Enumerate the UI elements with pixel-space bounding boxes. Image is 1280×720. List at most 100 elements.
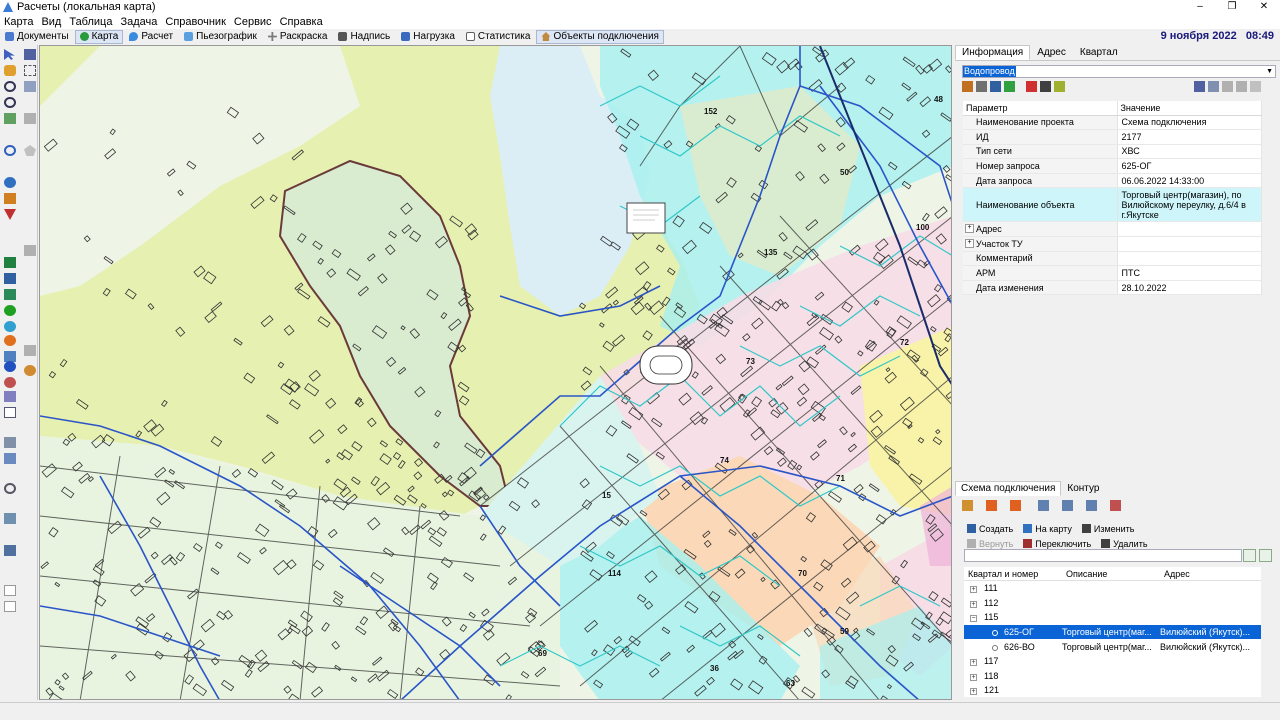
property-row[interactable]: Тип сети ХВС	[963, 144, 1262, 160]
hand-icon[interactable]	[4, 65, 16, 76]
property-value[interactable]	[1117, 221, 1262, 238]
grid-icon[interactable]	[4, 273, 16, 284]
tab-coloring[interactable]: Раскраска	[263, 30, 333, 44]
close-button[interactable]: ✕	[1248, 0, 1280, 14]
property-name-expandable[interactable]: Участок ТУ	[963, 236, 1118, 252]
property-row[interactable]: Адрес	[963, 221, 1262, 238]
menu-map[interactable]: Карта	[0, 16, 37, 28]
select-icon[interactable]	[24, 49, 36, 60]
property-row[interactable]: Участок ТУ	[963, 236, 1262, 252]
tree-group-row[interactable]: +117	[964, 654, 1261, 669]
tab-statistics[interactable]: Статистика	[461, 30, 536, 44]
expand-icon[interactable]: +	[970, 586, 977, 594]
property-value[interactable]: 2177	[1117, 129, 1262, 145]
tab-information[interactable]: Информация	[955, 45, 1031, 60]
valve-icon[interactable]	[4, 305, 16, 316]
scheme-open-icon[interactable]	[962, 500, 973, 511]
view-table-icon[interactable]	[1194, 81, 1205, 92]
property-row[interactable]: Комментарий	[963, 251, 1262, 267]
layer-select[interactable]: Водопровод ▼	[962, 65, 1276, 78]
property-value[interactable]: Схема подключения	[1117, 115, 1262, 131]
property-row[interactable]: Номер запроса 625-ОГ	[963, 158, 1262, 174]
tree-item-selected[interactable]: 625-ОГ Торговый центр(маг... Вилюйский (…	[964, 624, 1261, 640]
property-value[interactable]: ХВС	[1117, 144, 1262, 160]
collapse-icon[interactable]: −	[970, 615, 977, 623]
tree-col-description[interactable]: Описание	[1062, 569, 1160, 579]
scheme-group-icon[interactable]	[1062, 500, 1073, 511]
property-value[interactable]: 06.06.2022 14:33:00	[1117, 173, 1262, 189]
select-area-icon[interactable]	[24, 65, 36, 76]
tab-quarter[interactable]: Квартал	[1073, 45, 1125, 60]
marker-icon[interactable]	[4, 209, 16, 220]
tree-group-row[interactable]: +121	[964, 683, 1261, 698]
to-map-button[interactable]: На карту	[1023, 524, 1072, 534]
scheme-remove-icon[interactable]	[1010, 500, 1021, 511]
text-tool-icon[interactable]	[24, 245, 36, 256]
create-button[interactable]: Создать	[967, 524, 1013, 534]
building[interactable]	[950, 518, 952, 528]
scheme-add-icon[interactable]	[986, 500, 997, 511]
property-row[interactable]: АРМ ПТС	[963, 265, 1262, 281]
menu-service[interactable]: Сервис	[230, 16, 276, 28]
table-icon[interactable]	[4, 193, 16, 204]
settings-icon[interactable]	[4, 513, 16, 524]
property-value[interactable]: Торговый центр(магазин), по Вилюйскому п…	[1117, 187, 1262, 223]
pointer-icon[interactable]	[4, 49, 15, 60]
pump-icon[interactable]	[4, 321, 16, 332]
pin-icon[interactable]	[1026, 81, 1037, 92]
property-row[interactable]: ИД 2177	[963, 129, 1262, 145]
property-row[interactable]: Наименование проекта Схема подключения	[963, 115, 1262, 131]
zoom-in-icon[interactable]	[4, 81, 16, 92]
tree-group-row[interactable]: +111	[964, 581, 1261, 596]
property-row[interactable]: Дата запроса 06.06.2022 14:33:00	[963, 173, 1262, 189]
tree-item[interactable]: 626-ВО Торговый центр(маг... Вилюйский (…	[964, 639, 1261, 654]
expand-icon[interactable]: +	[970, 688, 977, 696]
export-doc-icon[interactable]	[1222, 81, 1233, 92]
list-icon[interactable]	[4, 545, 16, 556]
measure-icon[interactable]	[24, 345, 36, 356]
draw-polygon-icon[interactable]	[24, 145, 36, 156]
revert-button[interactable]: Вернуть	[967, 539, 1013, 549]
navigate-icon[interactable]	[1004, 81, 1015, 92]
refresh-icon[interactable]	[4, 145, 16, 156]
switch-button[interactable]: Переключить	[1023, 539, 1091, 549]
tree-group-row[interactable]: +112	[964, 596, 1261, 611]
edit-button[interactable]: Изменить	[1081, 524, 1135, 534]
tree-expand-icon[interactable]	[990, 81, 1001, 92]
scheme-unlink-icon[interactable]	[1110, 500, 1121, 511]
tools-icon[interactable]	[1040, 81, 1051, 92]
property-value[interactable]: 625-ОГ	[1117, 158, 1262, 174]
key-icon[interactable]	[1054, 81, 1065, 92]
object-card-icon[interactable]	[976, 81, 987, 92]
search-apply-button[interactable]	[1259, 549, 1272, 562]
property-value[interactable]	[1117, 251, 1262, 267]
property-value[interactable]: 28.10.2022	[1117, 280, 1262, 296]
network-icon[interactable]	[4, 257, 16, 268]
tab-contour[interactable]: Контур	[1061, 481, 1105, 496]
expand-icon[interactable]: +	[970, 659, 977, 667]
expand-icon[interactable]: +	[970, 673, 977, 681]
tab-documents[interactable]: Документы	[0, 30, 74, 44]
palette-icon[interactable]	[4, 377, 16, 388]
chart-icon[interactable]	[4, 391, 16, 402]
tab-piezograph[interactable]: Пьезографик	[179, 30, 262, 44]
tab-caption[interactable]: Надпись	[333, 30, 395, 44]
menu-reference[interactable]: Справочник	[161, 16, 230, 28]
delete-button[interactable]: Удалить	[1101, 539, 1148, 549]
scheme-link-icon[interactable]	[1086, 500, 1097, 511]
properties-icon[interactable]	[962, 81, 973, 92]
tree-group-row[interactable]: +118	[964, 669, 1261, 684]
tab-address[interactable]: Адрес	[1030, 45, 1073, 60]
expand-icon[interactable]: +	[970, 600, 977, 608]
edit-node-icon[interactable]	[24, 81, 36, 92]
search-clear-button[interactable]	[1243, 549, 1256, 562]
tab-load[interactable]: Нагрузка	[396, 30, 460, 44]
layers-icon[interactable]	[4, 177, 16, 188]
building[interactable]	[950, 587, 952, 601]
pipe-icon[interactable]	[4, 289, 16, 300]
print-doc-icon[interactable]	[1236, 81, 1247, 92]
maximize-button[interactable]: ❐	[1216, 0, 1248, 14]
info-icon[interactable]	[4, 361, 16, 372]
scheme-search-input[interactable]	[964, 549, 1242, 562]
draw-line-icon[interactable]	[24, 113, 36, 124]
